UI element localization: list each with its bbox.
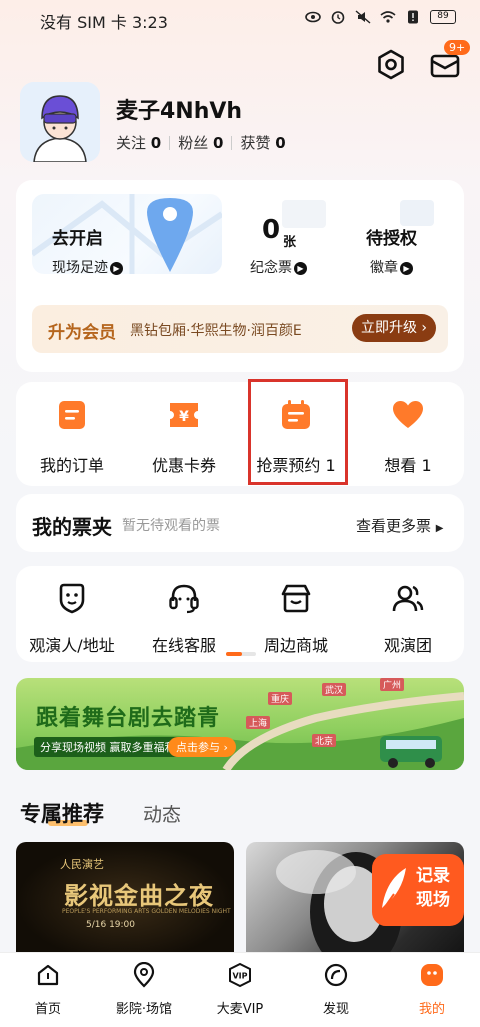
quick-action-label: 优惠卡券 xyxy=(151,456,216,475)
service-label: 在线客服 xyxy=(151,636,216,655)
viewer-icon xyxy=(59,583,85,614)
badge-link[interactable]: 徽章 ▶ xyxy=(370,257,413,277)
follow-stat[interactable]: 关注 0 xyxy=(116,132,161,153)
status-bar: 没有 SIM 卡 3:23 89 xyxy=(0,0,480,38)
eye-icon xyxy=(305,11,321,23)
vip-icon: VIP xyxy=(229,962,251,988)
quick-action-label: 我的订单 xyxy=(39,456,104,475)
quick-action-orders[interactable]: 我的订单 xyxy=(16,398,128,476)
ticket-count: 0 xyxy=(262,215,281,245)
banner-title: 跟着舞台剧去踏青 xyxy=(36,705,221,731)
ticket-watermark-icon xyxy=(282,200,326,228)
nav-vip[interactable]: VIP 大麦VIP xyxy=(192,962,288,1017)
wifi-icon xyxy=(380,11,396,23)
footprint-link[interactable]: 现场足迹 ▶ xyxy=(52,257,123,277)
order-icon xyxy=(59,401,85,429)
quick-action-coupons[interactable]: ¥ 优惠卡券 xyxy=(128,398,240,476)
member-desc: 黑钻包厢·华熙生物·润百颜E xyxy=(130,323,302,339)
tab-feed[interactable]: 动态 xyxy=(143,800,181,827)
mine-icon xyxy=(421,964,443,986)
discover-icon xyxy=(324,963,348,987)
settings-icon[interactable] xyxy=(374,48,408,82)
poster-date: 5/16 19:00 xyxy=(86,920,136,930)
quick-action-label: 想看 1 xyxy=(384,456,432,475)
footprint-title: 去开启 xyxy=(52,229,103,249)
arrow-right-icon: ▶ xyxy=(400,262,413,275)
wallet-title: 我的票夹 xyxy=(32,515,112,539)
nav-label: 影院·场馆 xyxy=(115,1002,173,1017)
nav-discover[interactable]: 发现 xyxy=(288,962,384,1017)
message-badge: 9+ xyxy=(444,40,471,55)
group-icon xyxy=(392,585,424,612)
fans-stat[interactable]: 粉丝 0 xyxy=(178,132,223,153)
service-group[interactable]: 观演团 xyxy=(352,582,464,656)
city-tag: 北京 xyxy=(312,734,337,747)
avatar[interactable] xyxy=(20,82,100,162)
service-viewer-address[interactable]: 观演人/地址 xyxy=(16,582,128,656)
arrow-right-icon: ▶ xyxy=(110,262,123,275)
username: 麦子4NhVh xyxy=(116,99,243,124)
profile-stats: 关注 0 粉丝 0 获赞 0 xyxy=(116,132,286,153)
page-indicator-active xyxy=(226,652,242,656)
badge-title: 待授权 xyxy=(366,229,417,249)
banner-cta[interactable]: 点击参与 › xyxy=(168,737,236,757)
nav-label: 大麦VIP xyxy=(216,1002,264,1017)
highlight-box xyxy=(248,379,348,485)
alert-icon xyxy=(408,10,418,24)
nav-label: 我的 xyxy=(418,1002,445,1017)
wallet-more-link[interactable]: 查看更多票 ▶ xyxy=(356,515,444,536)
battery-icon: 89 xyxy=(430,10,456,24)
city-tag: 上海 xyxy=(246,716,271,729)
alarm-icon xyxy=(331,11,345,24)
status-carrier-time: 没有 SIM 卡 3:23 xyxy=(40,13,168,32)
service-label: 观演人/地址 xyxy=(29,636,115,655)
city-tag: 重庆 xyxy=(268,692,293,705)
svg-text:¥: ¥ xyxy=(179,409,189,425)
service-shop[interactable]: 周边商城 xyxy=(240,582,352,656)
status-icons: 89 xyxy=(305,10,456,24)
arrow-right-icon: ▶ xyxy=(294,262,307,275)
upgrade-button[interactable]: 立即升级 › xyxy=(352,314,436,342)
poster-title: 影视金曲之夜 xyxy=(64,881,214,910)
headset-icon xyxy=(169,584,199,614)
city-tag: 武汉 xyxy=(322,683,347,696)
nav-mine[interactable]: 我的 xyxy=(384,962,480,1017)
shop-icon xyxy=(281,584,311,613)
tab-recommend[interactable]: 专属推荐 xyxy=(20,798,104,828)
home-icon xyxy=(37,964,59,986)
feather-icon xyxy=(379,868,406,915)
service-label: 观演团 xyxy=(383,636,432,655)
likes-stat[interactable]: 获赞 0 xyxy=(240,132,285,153)
location-icon xyxy=(133,961,155,988)
heart-icon xyxy=(393,401,423,428)
ticket-link[interactable]: 纪念票 ▶ xyxy=(250,257,307,277)
service-label: 周边商城 xyxy=(263,636,328,655)
nav-label: 发现 xyxy=(322,1002,349,1017)
poster-subtitle: PEOPLE'S PERFORMING ARTS GOLDEN MELODIES… xyxy=(62,908,231,915)
wallet-empty-text: 暂无待观看的票 xyxy=(122,518,220,534)
avatar-illustration-icon xyxy=(20,82,100,162)
member-title: 升为会员 xyxy=(48,323,116,343)
record-scene-label: 记录现场 xyxy=(416,866,450,910)
nav-venues[interactable]: 影院·场馆 xyxy=(96,961,192,1017)
ticket-unit: 张 xyxy=(283,235,297,250)
nav-home[interactable]: 首页 xyxy=(0,962,96,1017)
service-online-support[interactable]: 在线客服 xyxy=(128,582,240,656)
coupon-icon: ¥ xyxy=(170,403,198,427)
svg-text:VIP: VIP xyxy=(232,972,247,981)
banner-subtitle: 分享现场视频 赢取多重福利 xyxy=(34,737,182,757)
quick-action-wishlist[interactable]: 想看 1 xyxy=(352,398,464,476)
nav-label: 首页 xyxy=(34,1002,61,1017)
mute-icon xyxy=(355,10,371,24)
poster-presenter: 人民演艺 xyxy=(60,858,104,871)
city-tag: 广州 xyxy=(380,678,405,691)
